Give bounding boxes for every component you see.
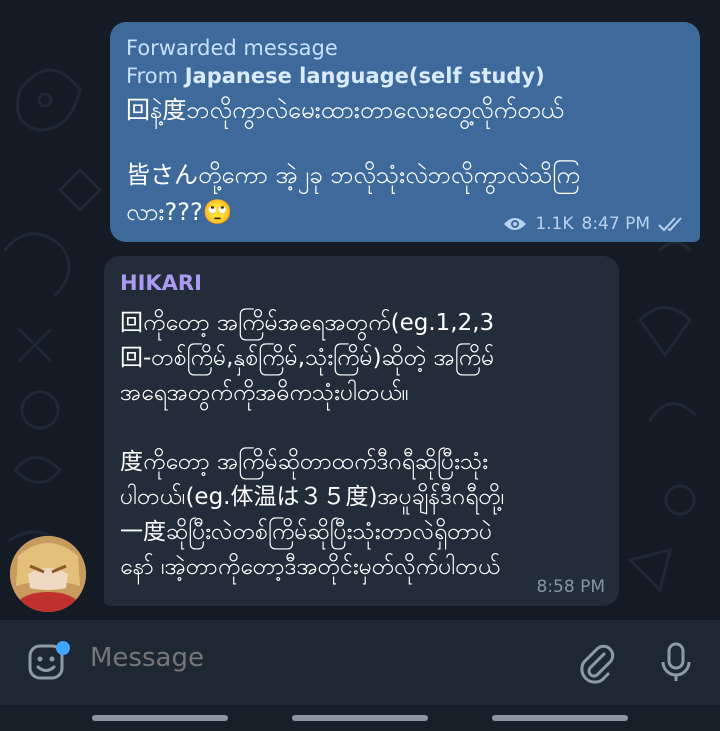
message-line: အရေအတွက်ကိုအဓိကသုံးပါတယ်။ xyxy=(120,380,409,406)
message-line: 一度ဆိုပြီးလဲတစ်ကြိမ်ဆိုပြီးသုံးတာလဲရှိတာပ… xyxy=(120,519,493,545)
message-composer xyxy=(0,620,720,705)
message-line: 度ကိုတော့ အကြိမ်ဆိုတာထက်ဒီဂရီဆိုပြီးသုံး xyxy=(120,449,489,475)
forwarded-from-prefix: From xyxy=(126,64,185,88)
previous-message-clip xyxy=(150,0,570,8)
notification-dot xyxy=(56,641,70,655)
system-nav-bar xyxy=(0,705,720,731)
incoming-message-bubble[interactable]: HIKARI 回ကိုတော့ အကြိမ်အရေအတွက်(eg.1,2,3 … xyxy=(104,256,619,606)
view-count: 1.1K xyxy=(535,214,574,234)
mic-icon[interactable] xyxy=(654,640,698,684)
double-check-icon xyxy=(658,217,682,232)
message-line: ပါတယ်၊(eg.体温は３５度)အပူချိန်ဒီဂရီတို့၊ xyxy=(120,484,505,510)
nav-back-handle[interactable] xyxy=(92,715,228,721)
message-meta: 1.1K 8:47 PM xyxy=(503,214,686,234)
message-input[interactable] xyxy=(88,642,552,674)
sticker-icon[interactable] xyxy=(26,640,70,684)
avatar[interactable] xyxy=(10,536,86,612)
message-time: 8:58 PM xyxy=(536,577,606,597)
avatar-image xyxy=(10,536,86,612)
incoming-message-text: 回ကိုတော့ အကြိမ်အရေအတွက်(eg.1,2,3 回-တစ်ကြ… xyxy=(120,306,603,585)
nav-recents-handle[interactable] xyxy=(492,715,628,721)
forwarded-message-text: 回နဲ့度ဘလိုကွာလဲမေးထားတာလေးတွေ့လိုက်တယ် 皆さ… xyxy=(126,92,684,231)
eye-icon xyxy=(504,218,527,230)
message-line: 回နဲ့度ဘလိုကွာလဲမေးထားတာလေးတွေ့လိုက်တယ် xyxy=(126,96,564,124)
forwarded-from-line: From Japanese language(self study) xyxy=(126,62,684,90)
message-line: 回ကိုတော့ အကြိမ်အရေအတွက်(eg.1,2,3 xyxy=(120,310,495,336)
nav-home-handle[interactable] xyxy=(292,715,428,721)
forwarded-message-bubble[interactable]: Forwarded message From Japanese language… xyxy=(110,22,700,242)
message-line: 皆さんတို့ကော အဲ့၂ခု ဘလိုသုံးလဲဘလိုကွာလဲသိက… xyxy=(126,161,580,189)
sender-name[interactable]: HIKARI xyxy=(120,268,603,298)
message-time: 8:47 PM xyxy=(581,214,651,234)
forwarded-source-link[interactable]: Japanese language(self study) xyxy=(185,64,545,88)
forwarded-label: Forwarded message xyxy=(126,36,338,60)
message-line: နော် ၊အဲ့တာကိုတော့ဒီအတိုင်းမှတ်လိုက်ပါတယ… xyxy=(120,554,501,580)
attach-icon[interactable] xyxy=(574,640,618,684)
message-line: 回-တစ်ကြိမ်,နှစ်ကြိမ်,သုံးကြိမ်)ဆိုတဲ့ အက… xyxy=(120,345,495,371)
